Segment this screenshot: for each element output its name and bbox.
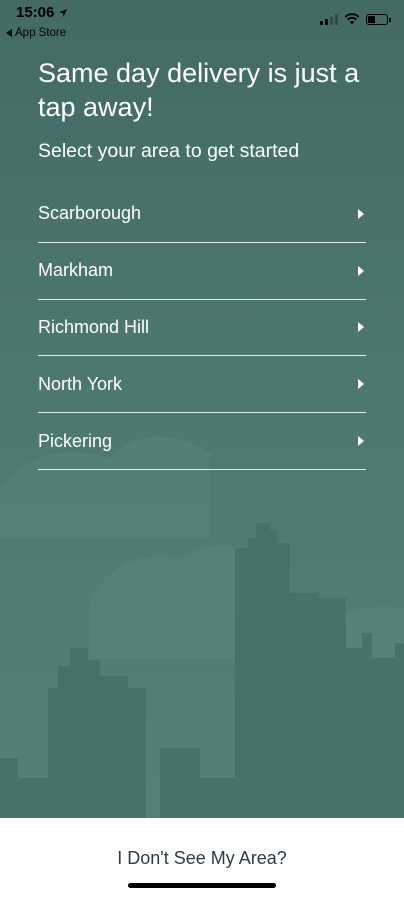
area-item-richmond-hill[interactable]: Richmond Hill [38, 300, 366, 357]
home-indicator[interactable] [128, 883, 276, 888]
area-item-north-york[interactable]: North York [38, 356, 366, 414]
status-bar: 15:06 App Store [0, 0, 404, 44]
app-screen: 15:06 App Store Same day delivery is jus… [0, 0, 404, 818]
status-icons [320, 13, 391, 25]
back-app-label: App Store [15, 27, 67, 39]
area-item-pickering[interactable]: Pickering [38, 413, 366, 470]
status-time: 15:06 [16, 4, 68, 21]
page-headline: Same day delivery is just a tap away! [38, 58, 360, 122]
dont-see-my-area-button[interactable]: I Don't See My Area? [0, 848, 404, 869]
chevron-right-icon [358, 265, 364, 276]
area-item-scarborough[interactable]: Scarborough [38, 186, 366, 243]
area-item-label: Markham [38, 260, 114, 281]
back-triangle-icon [6, 29, 12, 37]
cellular-signal-icon [320, 13, 338, 25]
area-item-label: North York [38, 373, 123, 394]
area-list: Scarborough Markham Richmond Hill North … [38, 186, 366, 470]
location-arrow-icon [59, 8, 68, 17]
status-time-text: 15:06 [16, 4, 55, 21]
battery-icon [366, 13, 391, 25]
area-item-label: Pickering [38, 430, 113, 451]
chevron-right-icon [358, 379, 364, 390]
back-to-app-store-button[interactable]: App Store [6, 27, 66, 39]
area-item-label: Scarborough [38, 203, 142, 224]
chevron-right-icon [358, 322, 364, 333]
chevron-right-icon [358, 208, 364, 219]
chevron-right-icon [358, 436, 364, 447]
area-item-markham[interactable]: Markham [38, 243, 366, 300]
page-subheading: Select your area to get started [38, 140, 300, 162]
wifi-icon [344, 13, 360, 25]
battery-level-fill [368, 15, 376, 23]
area-item-label: Richmond Hill [38, 316, 150, 337]
